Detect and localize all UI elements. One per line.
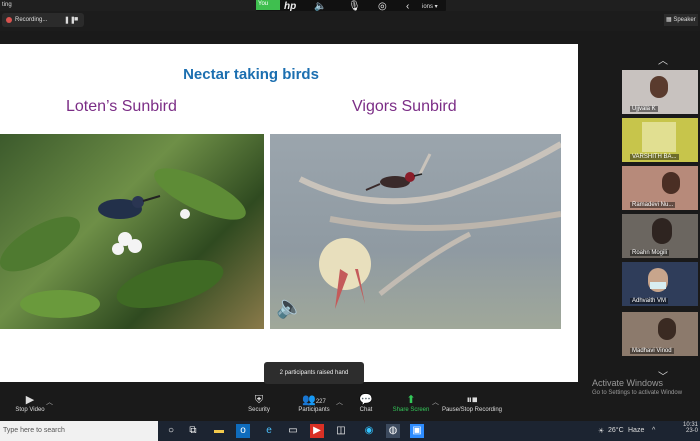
clock-date: 23-0: [685, 428, 698, 434]
right-bird-caption: Vigors Sunbird: [352, 98, 457, 115]
stop-video-label: Stop Video: [15, 407, 45, 413]
video-camera-icon: ▶: [25, 394, 35, 406]
meeting-toolbar: ▶ Stop Video ︿ ⛨ Security 👥227 Participa…: [0, 390, 580, 420]
participant-name: Roahn Mogili: [630, 250, 670, 256]
shield-icon: ⛨: [254, 394, 264, 406]
slide-title: Nectar taking birds: [183, 66, 319, 83]
weather-text: Haze: [628, 427, 645, 434]
recording-label: Recording...: [15, 17, 48, 23]
store-icon[interactable]: ◫: [334, 424, 348, 438]
edge-icon[interactable]: e: [262, 424, 276, 438]
vigors-sunbird-photo: [270, 134, 561, 329]
share-options-caret-icon[interactable]: ︿: [432, 397, 439, 407]
app-title: ting: [2, 2, 12, 8]
activate-windows-title: Activate Windows: [592, 378, 664, 388]
audio-speaker-icon[interactable]: 🔈: [276, 294, 310, 324]
scroll-up-chevron-icon[interactable]: ︿: [645, 52, 681, 67]
chat-label: Chat: [359, 407, 373, 413]
recording-dot-icon: [6, 17, 12, 23]
activate-windows-watermark: Activate Windows Go to Settings to activ…: [592, 378, 682, 396]
options-menu[interactable]: ions ▾: [422, 3, 438, 10]
task-view-icon[interactable]: ⧉: [186, 424, 200, 438]
outlook-icon[interactable]: o: [236, 424, 250, 438]
weather-icon: ☀: [598, 428, 605, 435]
chat-bubble-icon: 💬: [359, 394, 373, 406]
participant-name: VARSHITH BA...: [630, 154, 679, 160]
participants-count: 227: [315, 399, 326, 405]
video-options-caret-icon[interactable]: ︿: [46, 397, 53, 407]
stop-icon[interactable]: ■: [74, 16, 78, 23]
chrome-icon[interactable]: ◍: [386, 424, 400, 438]
pause-stop-recording-button[interactable]: ⏸⏹ Pause/Stop Recording: [440, 394, 504, 413]
windows-taskbar: Type here to search ○ ⧉ ▬ o e ▭ ▶ ◫ ◉ ◍ …: [0, 421, 700, 441]
participant-tile[interactable]: Roahn Mogili: [622, 214, 698, 258]
weather-temp: 26°C: [608, 427, 624, 434]
participant-tile[interactable]: Ramadevi Nu...: [622, 166, 698, 210]
grid-icon: ▦: [666, 17, 672, 23]
media-icon[interactable]: ▶: [310, 424, 324, 438]
participants-options-caret-icon[interactable]: ︿: [336, 397, 343, 407]
shared-screen-slide: Nectar taking birds Loten’s Sunbird Vigo…: [0, 44, 578, 382]
zoom-icon[interactable]: ▣: [410, 424, 424, 438]
participants-icon: 👥227: [302, 394, 326, 406]
file-explorer-icon[interactable]: ▬: [212, 424, 226, 438]
cortana-icon[interactable]: ○: [164, 424, 178, 438]
chat-button[interactable]: 💬 Chat: [356, 394, 376, 413]
pause-stop-icon: ⏸⏹: [466, 394, 478, 406]
edge-alt-icon[interactable]: ◉: [362, 424, 376, 438]
participant-tile[interactable]: Ujjvala K: [622, 70, 698, 114]
participants-label: Participants: [298, 407, 330, 413]
raised-hand-notification: 2 participants raised hand: [264, 362, 364, 384]
participants-button[interactable]: 👥227 Participants: [294, 394, 334, 413]
participant-tile[interactable]: Madhavi Vinod: [622, 312, 698, 356]
share-screen-icon: ⬆: [406, 394, 416, 406]
security-button[interactable]: ⛨ Security: [244, 394, 274, 413]
pause-stop-recording-label: Pause/Stop Recording: [441, 407, 503, 413]
left-bird-caption: Loten’s Sunbird: [66, 98, 177, 115]
participant-tile[interactable]: Adhvaith VM: [622, 262, 698, 306]
stop-video-button[interactable]: ▶ Stop Video: [10, 394, 50, 413]
participant-name: Ujjvala K: [630, 106, 658, 112]
participant-tile[interactable]: VARSHITH BA...: [622, 118, 698, 162]
files-icon[interactable]: ▭: [286, 424, 300, 438]
participant-name: Adhvaith VM: [630, 298, 669, 304]
security-label: Security: [248, 407, 270, 413]
speaker-view-label: Speaker: [673, 17, 696, 23]
share-screen-label: Share Screen: [392, 407, 430, 413]
share-screen-button[interactable]: ⬆ Share Screen: [390, 394, 432, 413]
lotens-sunbird-photo: [0, 134, 264, 329]
taskbar-search-input[interactable]: Type here to search: [0, 421, 158, 441]
activate-windows-subtitle: Go to Settings to activate Window: [592, 390, 683, 396]
speaker-view-button[interactable]: ▦ Speaker: [664, 14, 698, 26]
recording-indicator: Recording... ❚❚ ■: [2, 13, 84, 27]
system-clock[interactable]: 10:31 23-0: [683, 422, 698, 434]
meeting-top-bar: Recording... ❚❚ ■ ▦ Speaker: [0, 11, 700, 31]
tray-chevron-icon[interactable]: ^: [652, 427, 655, 434]
you-badge: You: [256, 0, 280, 10]
participant-name: Ramadevi Nu...: [630, 202, 676, 208]
participant-name: Madhavi Vinod: [630, 348, 674, 354]
